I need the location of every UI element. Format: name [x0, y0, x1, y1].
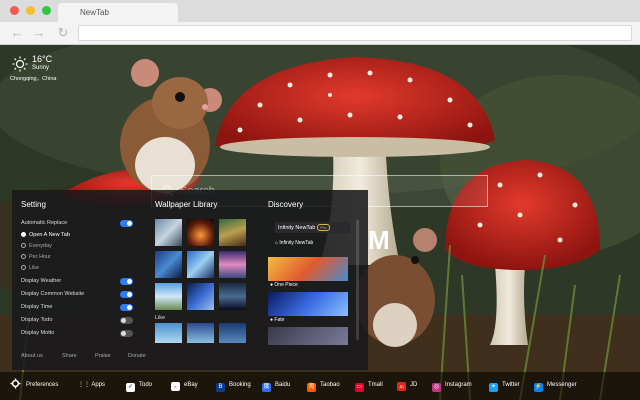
taobao-icon: 淘 — [307, 383, 316, 392]
wallpaper-thumbnail[interactable] — [187, 219, 214, 246]
quick-link-ebay[interactable]: e eBay — [171, 380, 198, 392]
tab-title: NewTab — [80, 8, 109, 17]
fate-caption: ● Fate — [270, 317, 285, 323]
browser-titlebar: NewTab — [0, 0, 640, 22]
discovery-header-card[interactable]: Infinity NewTab Pro — [275, 222, 350, 233]
ebay-icon: e — [171, 382, 180, 391]
tmall-icon: ▭ — [355, 383, 364, 392]
clock-display: M — [368, 225, 390, 255]
display-motto-row: Display Motto — [21, 330, 133, 338]
quick-link-booking[interactable]: B Booking — [216, 380, 251, 392]
like-section-label: Like — [155, 315, 166, 321]
quick-link-todo[interactable]: ✓ Todo — [126, 380, 152, 392]
preferences-button[interactable]: Preferences — [26, 380, 58, 392]
discovery-title: Discovery — [268, 200, 304, 209]
display-weather-row: Display Weather — [21, 278, 133, 286]
about-us-link[interactable]: About us — [21, 353, 43, 359]
messenger-icon: ⚡ — [534, 383, 543, 392]
home-icon: ⌂ — [275, 240, 279, 246]
quick-link-tmall[interactable]: ▭ Tmall — [355, 380, 383, 392]
booking-icon: B — [216, 383, 225, 392]
address-bar[interactable] — [78, 25, 632, 41]
donate-link[interactable]: Donate — [128, 353, 146, 359]
display-common-website-row: Display Common Website — [21, 291, 133, 299]
display-todo-row: Display Todo — [21, 317, 133, 325]
share-link[interactable]: Share — [62, 353, 77, 359]
one-piece-caption: ● One Piece — [270, 282, 298, 288]
discovery-sub-label: ⌂ Infinity NewTab — [275, 240, 314, 246]
arrow-right-icon[interactable]: → — [32, 25, 46, 41]
liked-wallpaper-thumbnail[interactable] — [219, 323, 246, 343]
display-todo-toggle[interactable] — [120, 317, 133, 324]
display-common-website-toggle[interactable] — [120, 291, 133, 298]
browser-navbar: ← → ↻ — [0, 22, 640, 45]
quick-link-messenger[interactable]: ⚡ Messenger — [534, 380, 577, 392]
fate-card[interactable] — [268, 292, 348, 316]
one-piece-icon: ● — [270, 282, 274, 288]
apps-button[interactable]: ⋮⋮ Apps — [78, 380, 105, 392]
quick-link-twitter[interactable]: ✦ Twitter — [489, 380, 520, 392]
automatic-replace-label: Automatic Replace — [21, 220, 68, 226]
settings-panel: Setting Automatic Replace Open A New Tab… — [12, 190, 368, 370]
baidu-icon: 度 — [262, 383, 271, 392]
display-time-row: Display Time — [21, 304, 133, 312]
option-open-new-tab[interactable]: Open A New Tab — [21, 232, 70, 240]
wallpaper-thumbnail[interactable] — [155, 283, 182, 310]
weather-temperature: 16°C — [32, 54, 53, 64]
fate-icon: ● — [270, 317, 274, 323]
weather-condition: Sunny — [32, 65, 50, 71]
instagram-icon: ◎ — [432, 383, 441, 392]
browser-tab[interactable]: NewTab — [58, 3, 178, 22]
discovery-card[interactable] — [268, 327, 348, 345]
maximize-window-button[interactable] — [42, 6, 51, 15]
close-window-button[interactable] — [10, 6, 19, 15]
wallpaper-thumbnail[interactable] — [187, 283, 214, 310]
gear-icon[interactable] — [10, 378, 21, 389]
wallpaper-thumbnail[interactable] — [187, 251, 214, 278]
display-time-toggle[interactable] — [120, 304, 133, 311]
option-per-hour[interactable]: Per Hour — [21, 254, 51, 262]
automatic-replace-row: Automatic Replace — [21, 220, 133, 228]
wallpaper-thumbnail[interactable] — [219, 251, 246, 278]
wallpaper-thumbnail[interactable] — [155, 219, 182, 246]
twitter-icon: ✦ — [489, 383, 498, 392]
arrow-left-icon[interactable]: ← — [10, 25, 24, 41]
jd-icon: JD — [397, 382, 406, 391]
sun-icon — [12, 56, 28, 72]
one-piece-card[interactable] — [268, 257, 348, 281]
liked-wallpaper-thumbnail[interactable] — [187, 323, 214, 343]
praise-link[interactable]: Praise — [95, 353, 111, 359]
discovery-scrollbar[interactable] — [356, 220, 359, 340]
todo-icon: ✓ — [126, 383, 135, 392]
wallpaper-thumbnail[interactable] — [219, 219, 246, 246]
quick-link-jd[interactable]: JD JD — [397, 380, 417, 392]
quick-link-instagram[interactable]: ◎ Instagram — [432, 380, 472, 392]
quick-link-baidu[interactable]: 度 Baidu — [262, 380, 290, 392]
display-weather-toggle[interactable] — [120, 278, 133, 285]
minimize-window-button[interactable] — [26, 6, 35, 15]
setting-title: Setting — [21, 200, 46, 209]
wallpaper-thumbnail[interactable] — [155, 251, 182, 278]
display-motto-toggle[interactable] — [120, 330, 133, 337]
liked-wallpaper-thumbnail[interactable] — [155, 323, 182, 343]
option-like[interactable]: Like — [21, 265, 39, 273]
reload-icon[interactable]: ↻ — [56, 25, 70, 41]
apps-grid-icon: ⋮⋮ — [78, 382, 90, 388]
automatic-replace-toggle[interactable] — [120, 220, 133, 227]
wallpaper-library-title: Wallpaper Library — [155, 200, 218, 209]
wallpaper-thumbnail[interactable] — [219, 283, 246, 310]
quick-link-taobao[interactable]: 淘 Taobao — [307, 380, 340, 392]
pro-badge: Pro — [317, 224, 330, 231]
option-everyday[interactable]: Everyday — [21, 243, 52, 251]
weather-location: Chongqing，China — [10, 76, 57, 82]
